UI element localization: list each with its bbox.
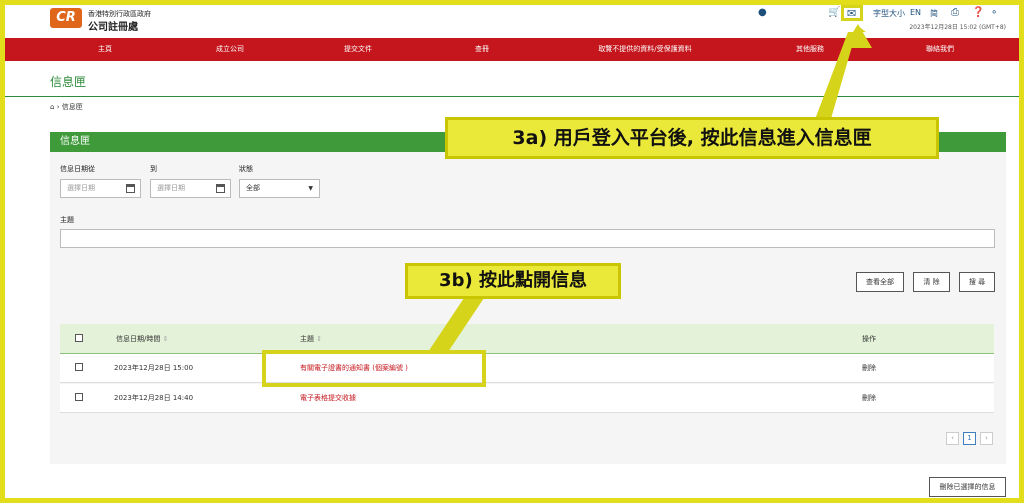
mail-icon-highlight — [841, 5, 863, 21]
subject-highlight — [262, 350, 486, 387]
callout-3b: 3b) 按此點開信息 — [405, 263, 621, 299]
callout-3a: 3a) 用戶登入平台後, 按此信息進入信息匣 — [445, 117, 939, 159]
arrow-3b — [428, 298, 484, 352]
annotation-arrows — [428, 24, 872, 352]
